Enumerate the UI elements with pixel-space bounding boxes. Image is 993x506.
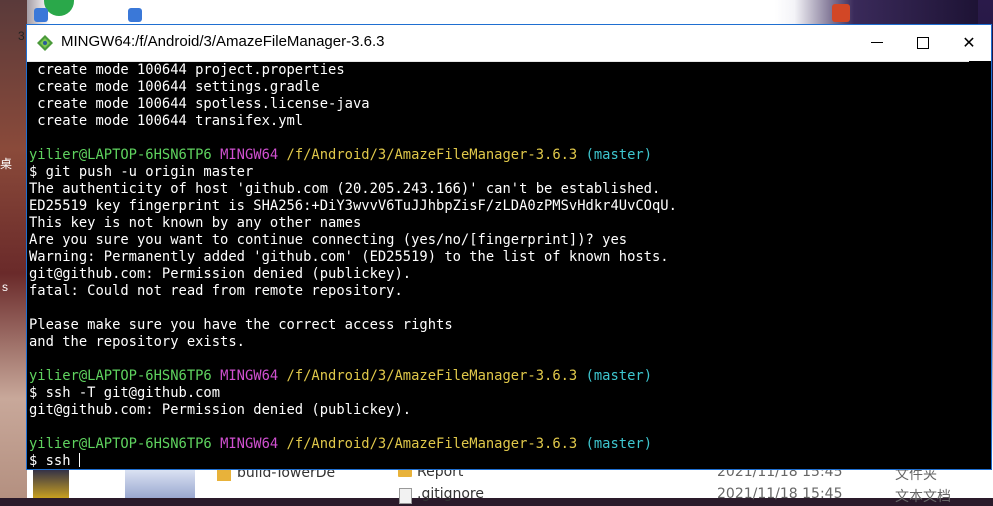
game-thumbnail xyxy=(33,468,69,498)
terminal-line: $ git push -u origin master xyxy=(29,164,969,181)
folder-icon xyxy=(217,470,231,481)
terminal-line: ED25519 key fingerprint is SHA256:+DiY3w… xyxy=(29,198,969,215)
terminal-text-segment: create mode 100644 project.properties xyxy=(29,62,345,78)
command-input[interactable]: ssh xyxy=(46,453,79,469)
terminal-text-segment: (master) xyxy=(585,436,653,452)
terminal-text-segment: /f/Android/3/AmazeFileManager-3.6.3 xyxy=(286,368,586,384)
text-cursor xyxy=(78,453,80,467)
terminal-text-segment: Are you sure you want to continue connec… xyxy=(29,232,628,248)
file-icon xyxy=(399,488,412,504)
terminal-text-segment: git@github.com: Permission denied (publi… xyxy=(29,402,412,418)
desktop-shortcut-icon-2[interactable] xyxy=(128,8,142,22)
terminal-line: Please make sure you have the correct ac… xyxy=(29,317,969,334)
terminal-text-segment: (master) xyxy=(585,368,653,384)
desktop-shortcut-icon[interactable] xyxy=(34,8,48,22)
desktop-powerpoint-icon[interactable] xyxy=(832,4,850,22)
terminal-text-segment: yilier@LAPTOP-6HSN6TP6 xyxy=(29,147,221,163)
terminal-input-line[interactable]: $ ssh xyxy=(29,453,969,469)
terminal-text-segment: /f/Android/3/AmazeFileManager-3.6.3 xyxy=(286,436,586,452)
terminal-text-segment: $ ssh -T git@github.com xyxy=(29,385,221,401)
desktop-left-label-1: 3 xyxy=(18,29,25,43)
terminal-text-segment: MINGW64 xyxy=(220,147,287,163)
file-date: 2021/11/18 15:45 xyxy=(717,486,843,502)
terminal-text-segment: and the repository exists. xyxy=(29,334,245,350)
anime-thumbnail xyxy=(125,468,195,498)
desktop-bottom-left-area: build-TowerDe xyxy=(27,465,365,498)
terminal-line: and the repository exists. xyxy=(29,334,969,351)
file-explorer-list: Report 2021/11/18 15:45 文件夹 .gitignore 2… xyxy=(365,464,993,505)
scrollbar[interactable] xyxy=(969,61,991,469)
terminal-line: git@github.com: Permission denied (publi… xyxy=(29,402,969,419)
terminal-text-segment: Warning: Permanently added 'github.com' … xyxy=(29,249,669,265)
terminal-text-segment: create mode 100644 settings.gradle xyxy=(29,79,320,95)
terminal-text-segment: create mode 100644 spotless.license-java xyxy=(29,96,370,112)
terminal-line: create mode 100644 spotless.license-java xyxy=(29,96,969,113)
terminal-text-segment: This key is not known by any other names xyxy=(29,215,362,231)
prompt-symbol: $ xyxy=(29,453,46,469)
git-bash-icon xyxy=(37,35,53,51)
terminal-text-segment: git@github.com: Permission denied (publi… xyxy=(29,266,412,282)
window-title: MINGW64:/f/Android/3/AmazeFileManager-3.… xyxy=(61,33,385,50)
terminal-text-segment: yilier@LAPTOP-6HSN6TP6 xyxy=(29,368,221,384)
terminal-line: Warning: Permanently added 'github.com' … xyxy=(29,249,969,266)
terminal-line: yilier@LAPTOP-6HSN6TP6 MINGW64 /f/Androi… xyxy=(29,368,969,385)
terminal-text-segment: MINGW64 xyxy=(220,436,287,452)
title-bar[interactable]: MINGW64:/f/Android/3/AmazeFileManager-3.… xyxy=(27,25,991,62)
file-name: .gitignore xyxy=(417,486,484,502)
terminal-line: create mode 100644 project.properties xyxy=(29,62,969,79)
desktop-left-strip xyxy=(0,0,27,498)
terminal-line: This key is not known by any other names xyxy=(29,215,969,232)
terminal-line: create mode 100644 settings.gradle xyxy=(29,79,969,96)
maximize-button[interactable] xyxy=(900,25,946,60)
terminal-text-segment: /f/Android/3/AmazeFileManager-3.6.3 xyxy=(286,147,586,163)
terminal-text-segment: yilier@LAPTOP-6HSN6TP6 xyxy=(29,436,221,452)
desktop-left-label-3: s xyxy=(2,280,8,294)
file-type: 文本文档 xyxy=(895,489,951,505)
terminal-window[interactable]: MINGW64:/f/Android/3/AmazeFileManager-3.… xyxy=(26,24,992,470)
terminal-text-segment: (master) xyxy=(585,147,653,163)
terminal-text-segment: ED25519 key fingerprint is SHA256:+DiY3w… xyxy=(29,198,677,214)
terminal-line: yilier@LAPTOP-6HSN6TP6 MINGW64 /f/Androi… xyxy=(29,436,969,453)
terminal-text-segment: $ git push -u origin master xyxy=(29,164,254,180)
close-icon: ✕ xyxy=(962,33,976,52)
terminal-line: git@github.com: Permission denied (publi… xyxy=(29,266,969,283)
close-button[interactable]: ✕ xyxy=(946,25,992,60)
terminal-text-segment: MINGW64 xyxy=(220,368,287,384)
terminal-text-segment: Please make sure you have the correct ac… xyxy=(29,317,453,333)
terminal-line: create mode 100644 transifex.yml xyxy=(29,113,969,130)
desktop-left-label-2: 桌 xyxy=(0,157,13,171)
terminal-text-segment: fatal: Could not read from remote reposi… xyxy=(29,283,403,299)
list-item[interactable]: .gitignore 2021/11/18 15:45 文本文档 xyxy=(365,486,993,506)
terminal-line: yilier@LAPTOP-6HSN6TP6 MINGW64 /f/Androi… xyxy=(29,147,969,164)
minimize-button[interactable] xyxy=(854,25,900,60)
terminal-text-segment: The authenticity of host 'github.com (20… xyxy=(29,181,661,197)
minimize-icon xyxy=(871,42,883,43)
terminal-line: The authenticity of host 'github.com (20… xyxy=(29,181,969,198)
terminal-output[interactable]: create mode 100644 project.properties cr… xyxy=(27,61,969,469)
terminal-line: fatal: Could not read from remote reposi… xyxy=(29,283,969,300)
terminal-text-segment: create mode 100644 transifex.yml xyxy=(29,113,304,129)
terminal-line: $ ssh -T git@github.com xyxy=(29,385,969,402)
maximize-icon xyxy=(917,36,929,49)
terminal-line: Are you sure you want to continue connec… xyxy=(29,232,969,249)
